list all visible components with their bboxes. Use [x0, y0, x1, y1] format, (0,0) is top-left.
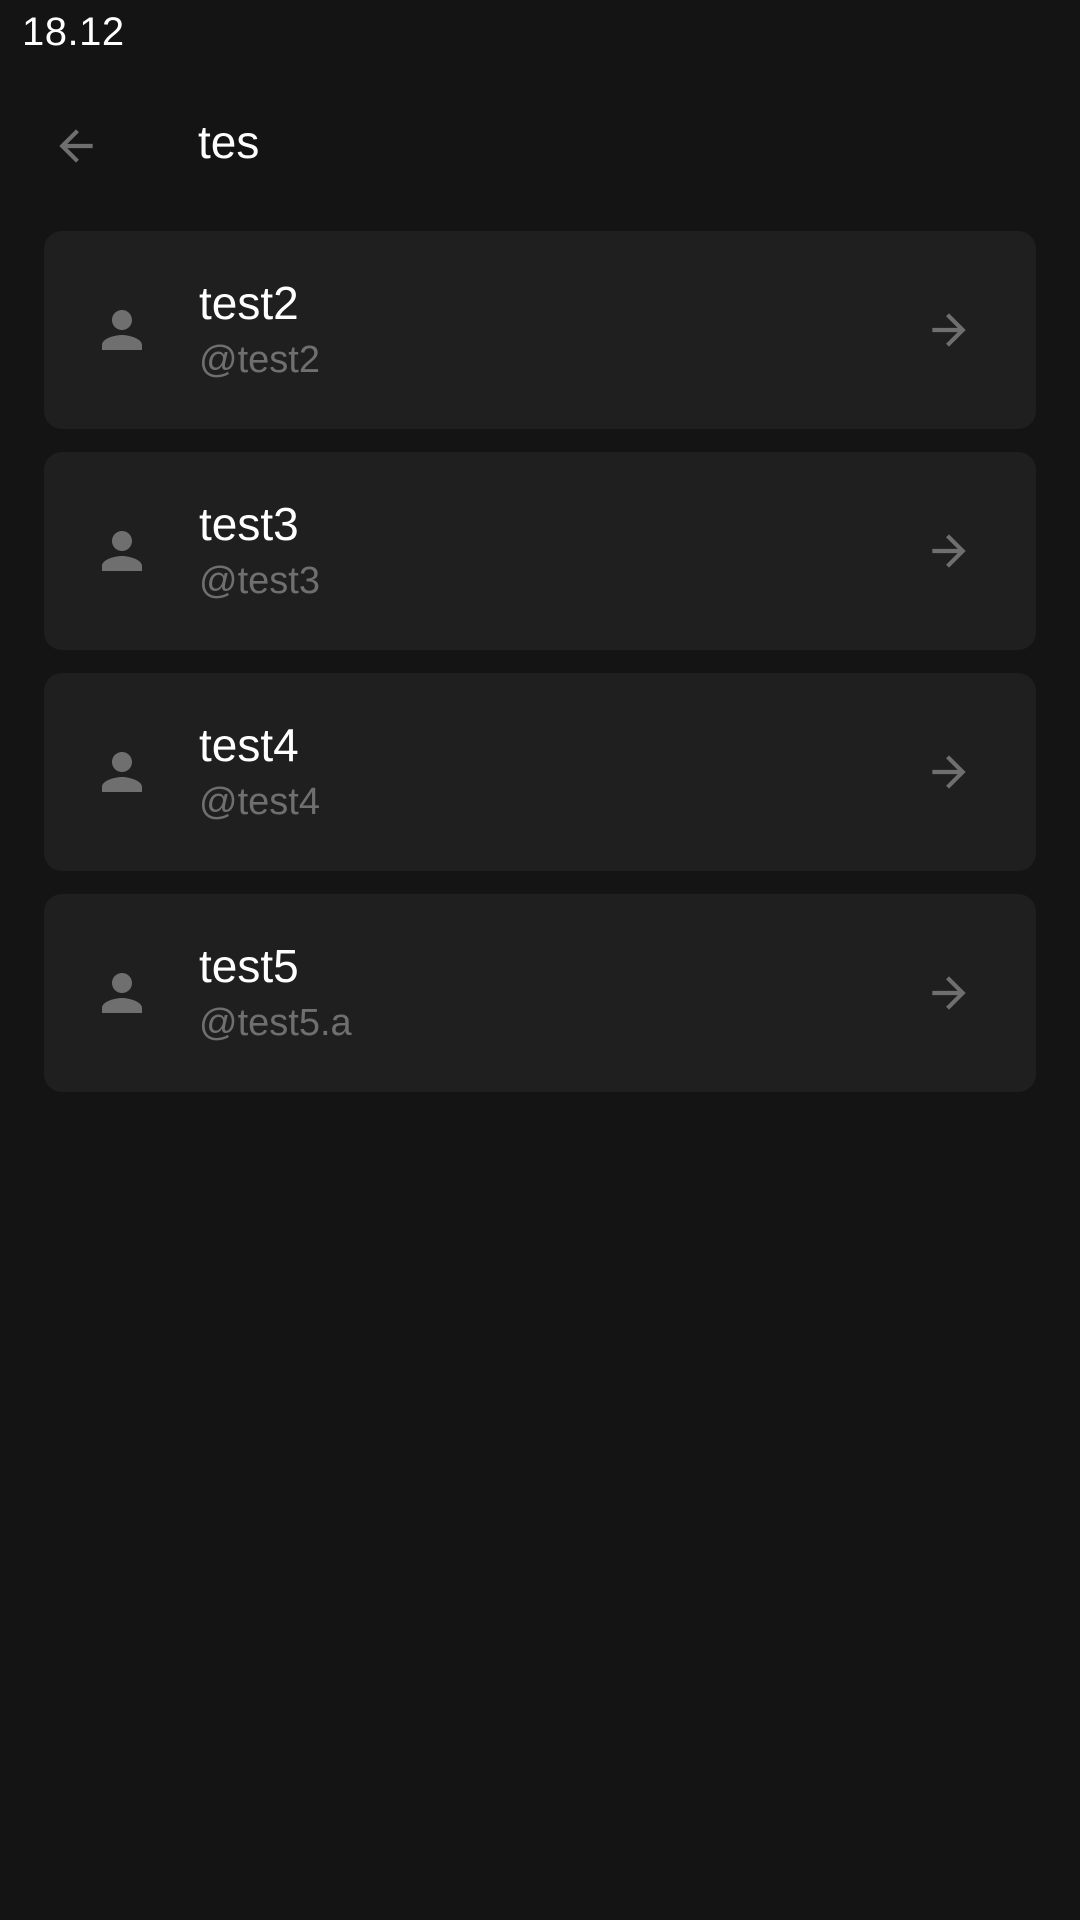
user-handle: @test5.a — [199, 1002, 352, 1044]
status-bar: 18.12 — [0, 0, 1080, 70]
user-name: test2 — [199, 277, 299, 329]
search-results-screen: 18.12 tes test2 @test2 test3 @test3 test… — [0, 0, 1080, 1920]
person-icon — [102, 531, 142, 571]
arrow-right-icon[interactable] — [924, 747, 974, 797]
user-handle: @test4 — [199, 781, 320, 823]
list-item[interactable]: test4 @test4 — [44, 673, 1036, 871]
arrow-right-icon[interactable] — [924, 968, 974, 1018]
user-name: test4 — [199, 719, 299, 771]
person-icon — [102, 752, 142, 792]
status-time: 18.12 — [22, 10, 125, 54]
user-handle: @test3 — [199, 560, 320, 602]
list-item[interactable]: test5 @test5.a — [44, 894, 1036, 1092]
person-icon — [102, 973, 142, 1013]
arrow-left-icon — [59, 129, 93, 163]
user-handle: @test2 — [199, 339, 320, 381]
list-item[interactable]: test3 @test3 — [44, 452, 1036, 650]
person-icon — [102, 310, 142, 350]
arrow-right-icon[interactable] — [924, 305, 974, 355]
result-list: test2 @test2 test3 @test3 test4 @test4 t… — [44, 231, 1036, 1115]
app-bar: tes — [0, 90, 1080, 194]
user-name: test3 — [199, 498, 299, 550]
back-button[interactable] — [36, 106, 116, 186]
user-name: test5 — [199, 940, 299, 992]
search-query[interactable]: tes — [198, 112, 259, 172]
arrow-right-icon[interactable] — [924, 526, 974, 576]
list-item[interactable]: test2 @test2 — [44, 231, 1036, 429]
